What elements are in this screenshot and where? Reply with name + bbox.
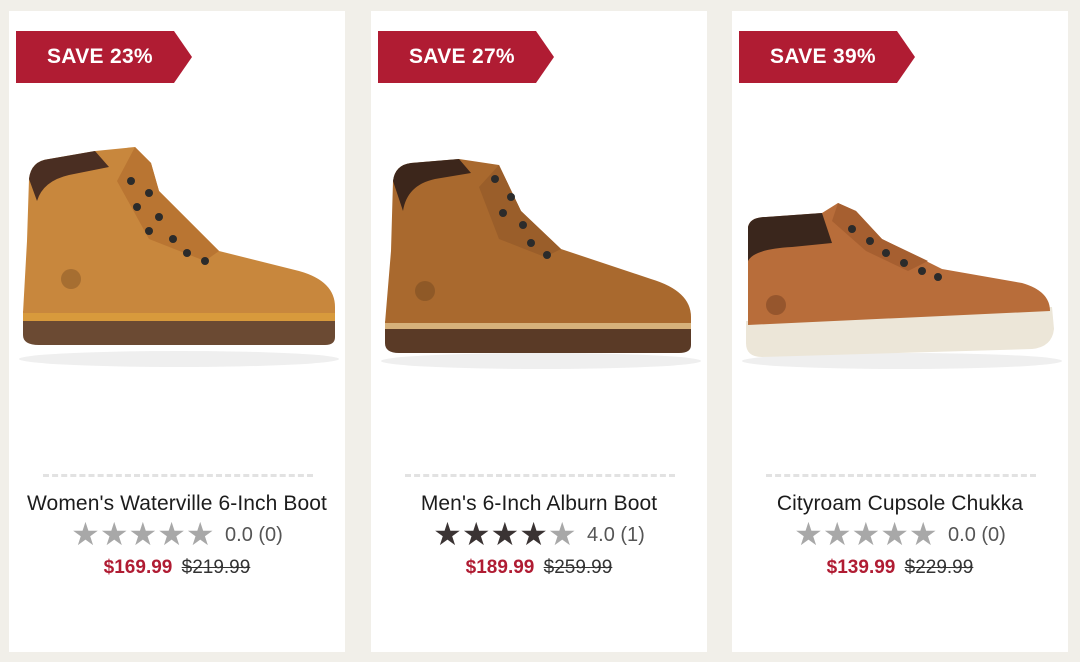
- star-icon: ★: [490, 516, 520, 552]
- product-title[interactable]: Women's Waterville 6-Inch Boot: [9, 492, 345, 516]
- star-rating: ★★★★★: [71, 516, 215, 552]
- sale-price: $169.99: [103, 557, 173, 578]
- discount-badge: SAVE 39%: [739, 31, 915, 83]
- star-icon: ★: [461, 516, 491, 552]
- star-icon: ★: [908, 516, 938, 552]
- star-icon: ★: [822, 516, 852, 552]
- divider: [405, 474, 675, 477]
- price: $139.99 $229.99: [732, 557, 1068, 579]
- rating-text: 0.0 (0): [225, 524, 283, 546]
- product-card[interactable]: SAVE 39% Cityroam Cupsole Chukka ★★★★★ 0…: [732, 11, 1068, 652]
- star-icon: ★: [851, 516, 881, 552]
- rating[interactable]: ★★★★★ 0.0 (0): [732, 516, 1068, 552]
- rating[interactable]: ★★★★★ 4.0 (1): [371, 516, 707, 552]
- discount-badge: SAVE 27%: [378, 31, 554, 83]
- rating-text: 0.0 (0): [948, 524, 1006, 546]
- sale-price: $189.99: [465, 557, 535, 578]
- star-rating: ★★★★★: [433, 516, 577, 552]
- product-image[interactable]: [9, 121, 345, 381]
- product-title[interactable]: Cityroam Cupsole Chukka: [732, 492, 1068, 516]
- price: $169.99 $219.99: [9, 557, 345, 579]
- original-price: $259.99: [543, 557, 613, 578]
- product-card[interactable]: SAVE 23% Women's Waterville 6-Inch Boot …: [9, 11, 345, 652]
- star-rating: ★★★★★: [794, 516, 938, 552]
- divider: [766, 474, 1036, 477]
- product-card[interactable]: SAVE 27% Men's 6-Inch Alburn Boot ★★★★★ …: [371, 11, 707, 652]
- original-price: $219.99: [181, 557, 251, 578]
- star-icon: ★: [128, 516, 158, 552]
- star-icon: ★: [433, 516, 462, 552]
- price: $189.99 $259.99: [371, 557, 707, 579]
- star-icon: ★: [157, 516, 186, 552]
- star-icon: ★: [547, 516, 577, 552]
- star-icon: ★: [185, 516, 215, 552]
- star-icon: ★: [519, 516, 548, 552]
- star-icon: ★: [71, 516, 100, 552]
- star-icon: ★: [794, 516, 823, 552]
- rating-text: 4.0 (1): [587, 524, 645, 546]
- original-price: $229.99: [904, 557, 974, 578]
- rating[interactable]: ★★★★★ 0.0 (0): [9, 516, 345, 552]
- product-image[interactable]: [371, 121, 707, 381]
- sale-price: $139.99: [826, 557, 896, 578]
- product-title[interactable]: Men's 6-Inch Alburn Boot: [371, 492, 707, 516]
- discount-badge: SAVE 23%: [16, 31, 192, 83]
- star-icon: ★: [880, 516, 909, 552]
- star-icon: ★: [99, 516, 129, 552]
- divider: [43, 474, 313, 477]
- product-image[interactable]: [732, 121, 1068, 381]
